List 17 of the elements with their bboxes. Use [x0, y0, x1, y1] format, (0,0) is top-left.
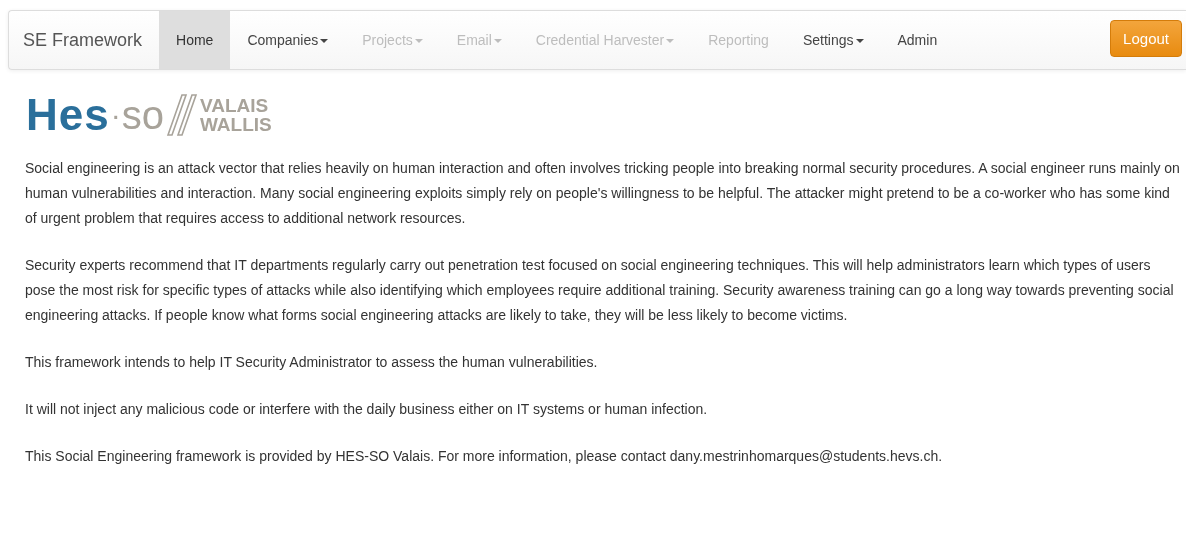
email-link[interactable]: dany.mestrinhomarques@students.hevs.ch.: [669, 448, 943, 464]
logo-text: Hes: [26, 90, 110, 140]
logo-text: ·: [110, 98, 121, 132]
logo-text: WALLIS: [199, 115, 272, 134]
nav-link[interactable]: Settings: [785, 11, 881, 69]
paragraph: It will not inject any malicious code or interfere with the daily business either on IT systems or human infection.: [25, 400, 709, 419]
nav-link[interactable]: Home: [159, 11, 231, 69]
slashes-icon: [165, 93, 198, 137]
paragraph: Social engineering is an attack vector that relies heavily on human interaction and often involves tricking people into breaking normal security procedures. A social engineer runs mainly on human vulnerabilities and interaction. Many social engineering exploits simply rely on people's willingness to be helpful. The attacker might pretend to be a co-worker who has some kind of urgent problem that requires access to additional network resources.: [25, 159, 1181, 228]
brand-link[interactable]: SE Framework: [9, 11, 160, 69]
nav-link[interactable]: Admin: [880, 11, 955, 69]
paragraph: This Social Engineering framework is provided by HES-SO Valais. For more information, please contact dany.mestrinhomarques@students.hevs.ch.: [25, 447, 944, 466]
paragraph: Security experts recommend that IT departments regularly carry out penetration test focused on social engineering techniques. This will help administrators learn which types of users pose the most risk for specific types of attacks while also identifying which employees require additional training. Security awareness training can go a long way towards preventing social engineering attacks. If people know what forms social engineering attacks are likely to take, they will be less likely to become victims.: [25, 256, 1175, 325]
paragraph: This framework intends to help IT Security Administrator to assess the human vulnerabilities.: [25, 353, 599, 372]
logo-text: so: [121, 92, 164, 138]
logo-text: VALAIS: [199, 96, 270, 115]
nav-link[interactable]: Companies: [230, 11, 346, 69]
